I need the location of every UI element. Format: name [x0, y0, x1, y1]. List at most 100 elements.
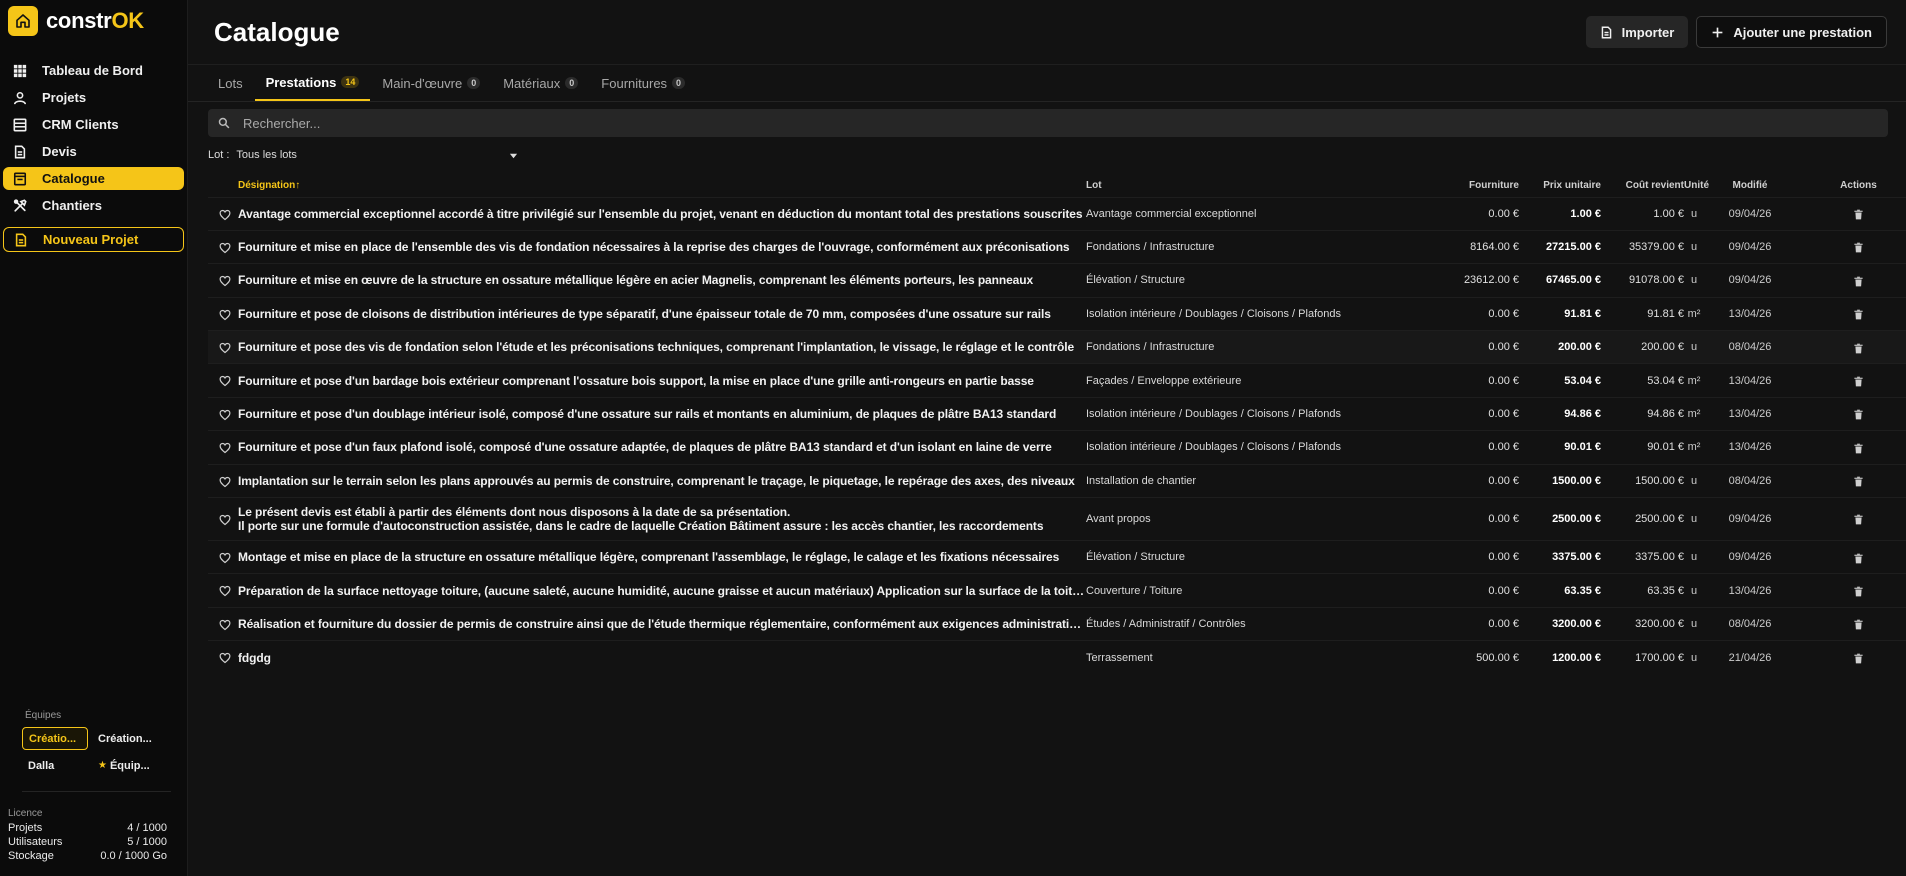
prix-unitaire-cell: 3375.00 € [1552, 551, 1601, 564]
delete-button[interactable] [1796, 364, 1906, 397]
table-row[interactable]: Fourniture et mise en place de l'ensembl… [208, 230, 1906, 263]
add-prestation-button[interactable]: Ajouter une prestation [1696, 16, 1887, 48]
tab-fournitures[interactable]: Fournitures 0 [590, 65, 696, 101]
lot-cell: Isolation intérieure / Doublages / Clois… [1086, 307, 1341, 320]
header-cout-revient[interactable]: Coût revient [1601, 174, 1684, 197]
favorite-button[interactable] [208, 541, 238, 574]
favorite-button[interactable] [208, 297, 238, 330]
team-item[interactable]: ★ Équip... [92, 754, 172, 777]
fourniture-cell: 0.00 € [1488, 551, 1519, 564]
search-input[interactable] [243, 115, 1878, 131]
table-row[interactable]: Fourniture et pose de cloisons de distri… [208, 297, 1906, 330]
tab-label: Lots [218, 75, 243, 91]
table-row[interactable]: fdgdg Terrassement 500.00 € 1200.00 € 1700.0… [208, 640, 1906, 674]
count-badge: 14 [341, 76, 360, 88]
header-designation[interactable]: Désignation↑ [238, 174, 1086, 197]
sidebar-item-label: Tableau de Bord [42, 63, 143, 78]
designation-cell: Le présent devis est établi à partir des… [238, 505, 1044, 534]
trash-icon [1853, 512, 1864, 526]
prix-unitaire-cell: 2500.00 € [1552, 513, 1601, 526]
favorite-button[interactable] [208, 364, 238, 397]
team-item[interactable]: Créatio... [22, 727, 88, 750]
tab-main-doeuvre[interactable]: Main-d'œuvre 0 [371, 65, 491, 101]
sidebar-item-projets[interactable]: Projets [3, 86, 184, 109]
modifie-cell: 08/04/26 [1728, 617, 1772, 630]
favorite-button[interactable] [208, 574, 238, 607]
sidebar-item-devis[interactable]: Devis [3, 140, 184, 163]
table-row[interactable]: Le présent devis est établi à partir des… [208, 497, 1906, 541]
sidebar-item-chantiers[interactable]: Chantiers [3, 194, 184, 217]
table-row[interactable]: Fourniture et pose d'un doublage intérie… [208, 397, 1906, 430]
import-button[interactable]: Importer [1585, 16, 1689, 48]
new-project-button[interactable]: Nouveau Projet [3, 227, 184, 252]
favorite-button[interactable] [208, 431, 238, 464]
delete-button[interactable] [1796, 331, 1906, 364]
delete-button[interactable] [1796, 297, 1906, 330]
fourniture-cell: 23612.00 € [1463, 274, 1519, 287]
table-row[interactable]: Fourniture et mise en œuvre de la struct… [208, 263, 1906, 297]
favorite-button[interactable] [208, 331, 238, 364]
delete-button[interactable] [1796, 541, 1906, 574]
header-modifie[interactable]: Modifié [1704, 174, 1796, 197]
lot-select[interactable]: Tous les lots [236, 149, 518, 161]
favorite-button[interactable] [208, 498, 238, 541]
delete-button[interactable] [1796, 498, 1906, 541]
table-row[interactable]: Fourniture et pose d'un bardage bois ext… [208, 363, 1906, 397]
sidebar-item-tableau-de-bord[interactable]: Tableau de Bord [3, 59, 184, 82]
delete-button[interactable] [1796, 464, 1906, 497]
header-fourniture[interactable]: Fourniture [1421, 174, 1519, 197]
modifie-cell: 09/04/26 [1728, 551, 1772, 564]
delete-button[interactable] [1796, 197, 1906, 230]
lot-cell: Avant propos [1086, 513, 1151, 526]
favorite-button[interactable] [208, 607, 238, 640]
lot-cell: Études / Administratif / Contrôles [1086, 617, 1246, 630]
header-unite[interactable]: Unité [1684, 174, 1709, 197]
fourniture-cell: 0.00 € [1488, 441, 1519, 454]
divider [22, 791, 171, 792]
lot-cell: Façades / Enveloppe extérieure [1086, 374, 1242, 387]
table-row[interactable]: Montage et mise en place de la structure… [208, 540, 1906, 574]
sidebar-item-crm-clients[interactable]: CRM Clients [3, 113, 184, 136]
table-row[interactable]: Avantage commercial exceptionnel accordé… [208, 197, 1906, 230]
header-lot[interactable]: Lot [1086, 174, 1421, 197]
favorite-button[interactable] [208, 397, 238, 430]
lot-cell: Isolation intérieure / Doublages / Clois… [1086, 408, 1341, 421]
table-row[interactable]: Fourniture et pose des vis de fondation … [208, 330, 1906, 364]
delete-button[interactable] [1796, 641, 1906, 674]
brand-name: constrOK [46, 8, 144, 33]
license-label: Projets [8, 822, 43, 834]
sidebar-item-label: Catalogue [42, 171, 105, 186]
delete-button[interactable] [1796, 230, 1906, 263]
delete-button[interactable] [1796, 607, 1906, 640]
fourniture-cell: 8164.00 € [1470, 241, 1519, 254]
favorite-button[interactable] [208, 197, 238, 230]
favorite-button[interactable] [208, 641, 238, 674]
table-row[interactable]: Préparation de la surface nettoyage toit… [208, 573, 1906, 607]
tab-lots[interactable]: Lots [207, 65, 254, 101]
modifie-cell: 13/04/26 [1728, 584, 1772, 597]
tab-label: Fournitures [601, 75, 668, 91]
lot-cell: Avantage commercial exceptionnel [1086, 207, 1257, 220]
favorite-button[interactable] [208, 230, 238, 263]
add-prestation-label: Ajouter une prestation [1733, 24, 1872, 40]
delete-button[interactable] [1796, 397, 1906, 430]
table-row[interactable]: Fourniture et pose d'un faux plafond iso… [208, 430, 1906, 464]
table-header-row: Désignation↑ Lot Fourniture Prix unitair… [208, 174, 1906, 197]
tab-materiaux[interactable]: Matériaux 0 [492, 65, 589, 101]
header-prix-unitaire[interactable]: Prix unitaire [1519, 174, 1601, 197]
brand[interactable]: constrOK [0, 0, 187, 42]
favorite-button[interactable] [208, 264, 238, 297]
delete-button[interactable] [1796, 431, 1906, 464]
tab-prestations[interactable]: Prestations 14 [254, 65, 371, 101]
delete-button[interactable] [1796, 574, 1906, 607]
favorite-button[interactable] [208, 464, 238, 497]
table-row[interactable]: Réalisation et fourniture du dossier de … [208, 607, 1906, 640]
fourniture-cell: 0.00 € [1488, 584, 1519, 597]
license-label: Utilisateurs [8, 836, 63, 848]
team-item[interactable]: Création... [92, 727, 172, 750]
delete-button[interactable] [1796, 264, 1906, 297]
team-item[interactable]: Dalla [22, 754, 88, 777]
cout-revient-cell: 91078.00 € [1628, 274, 1684, 287]
table-row[interactable]: Implantation sur le terrain selon les pl… [208, 464, 1906, 497]
sidebar-item-catalogue[interactable]: Catalogue [3, 167, 184, 190]
